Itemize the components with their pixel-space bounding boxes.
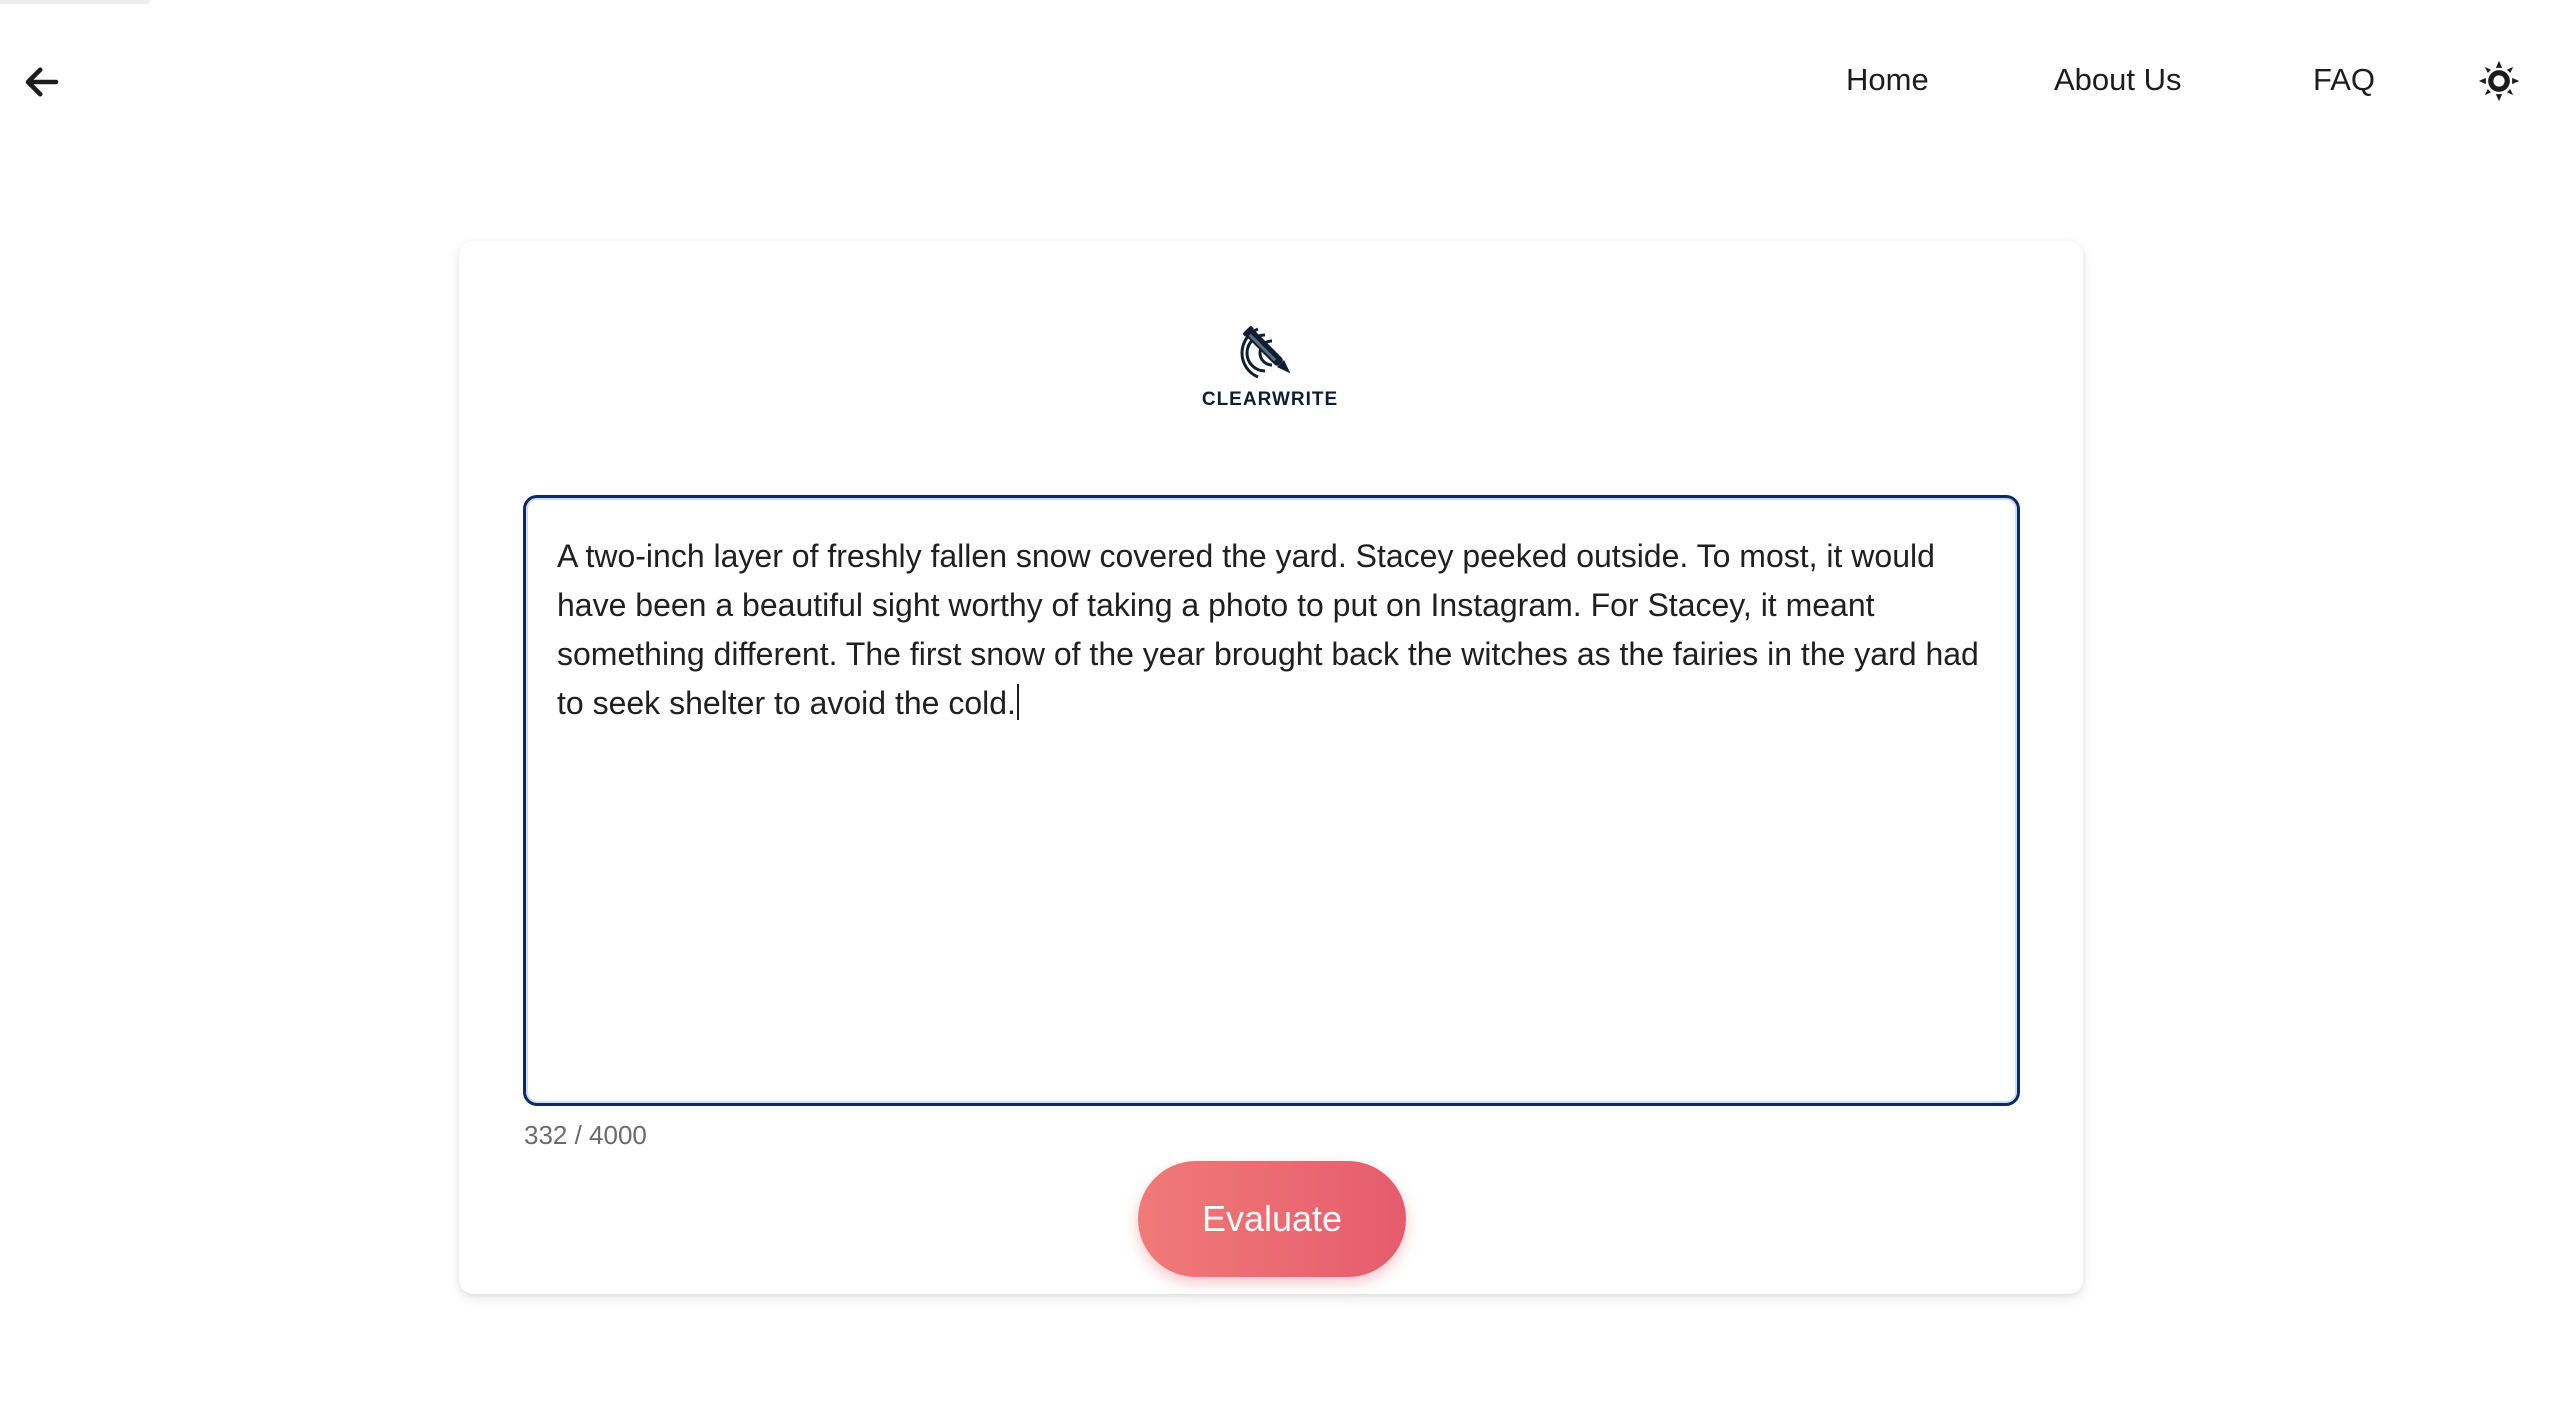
arrow-left-icon xyxy=(25,67,59,97)
back-button[interactable] xyxy=(16,56,68,108)
brand-name: CLEARWRITE xyxy=(1201,389,1339,410)
sun-icon xyxy=(2478,60,2520,102)
nav-faq-link[interactable]: FAQ xyxy=(2313,62,2375,98)
editor-card: CLEARWRITE A two-inch layer of freshly f… xyxy=(459,241,2083,1294)
top-strip xyxy=(0,0,150,4)
theme-toggle-button[interactable] xyxy=(2476,58,2522,104)
pen-logo-icon xyxy=(1240,326,1291,379)
essay-textarea[interactable]: A two-inch layer of freshly fallen snow … xyxy=(523,495,2020,1106)
nav-home-link[interactable]: Home xyxy=(1846,62,1929,98)
text-caret xyxy=(1016,684,1019,720)
brand-logo: CLEARWRITE xyxy=(1190,319,1350,419)
character-counter: 332 / 4000 xyxy=(524,1120,647,1150)
evaluate-button[interactable]: Evaluate xyxy=(1138,1161,1406,1277)
essay-text[interactable]: A two-inch layer of freshly fallen snow … xyxy=(557,538,1988,721)
page: Home About Us FAQ CLEARWRITE A two-inch … xyxy=(0,0,2550,1420)
nav-about-link[interactable]: About Us xyxy=(2054,62,2182,98)
